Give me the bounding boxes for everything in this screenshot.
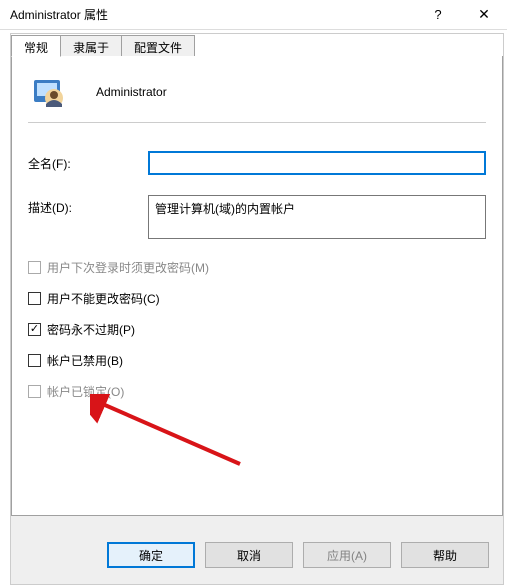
checkbox-icon bbox=[28, 292, 41, 305]
description-input[interactable] bbox=[148, 195, 486, 239]
check-account-locked-label: 帐户已锁定(O) bbox=[47, 383, 124, 400]
cancel-button[interactable]: 取消 bbox=[205, 542, 293, 568]
check-account-disabled-label: 帐户已禁用(B) bbox=[47, 352, 123, 369]
apply-button[interactable]: 应用(A) bbox=[303, 542, 391, 568]
checkbox-icon bbox=[28, 385, 41, 398]
window-title: Administrator 属性 bbox=[10, 6, 415, 23]
check-never-expire-label: 密码永不过期(P) bbox=[47, 321, 135, 338]
check-must-change-label: 用户下次登录时须更改密码(M) bbox=[47, 259, 209, 276]
checkbox-icon bbox=[28, 323, 41, 336]
check-cannot-change-label: 用户不能更改密码(C) bbox=[47, 290, 160, 307]
tab-memberof[interactable]: 隶属于 bbox=[60, 35, 122, 57]
check-account-disabled[interactable]: 帐户已禁用(B) bbox=[28, 352, 486, 369]
help-button[interactable]: 帮助 bbox=[401, 542, 489, 568]
close-button[interactable]: ✕ bbox=[461, 0, 507, 30]
button-bar: 确定 取消 应用(A) 帮助 bbox=[107, 542, 489, 568]
fullname-row: 全名(F): bbox=[28, 151, 486, 175]
user-header: Administrator bbox=[28, 74, 486, 110]
checkbox-group: 用户下次登录时须更改密码(M) 用户不能更改密码(C) 密码永不过期(P) 帐户… bbox=[28, 259, 486, 400]
tab-general[interactable]: 常规 bbox=[11, 35, 61, 57]
ok-button[interactable]: 确定 bbox=[107, 542, 195, 568]
tab-profile[interactable]: 配置文件 bbox=[121, 35, 195, 57]
description-label: 描述(D): bbox=[28, 195, 148, 216]
check-must-change: 用户下次登录时须更改密码(M) bbox=[28, 259, 486, 276]
check-account-locked: 帐户已锁定(O) bbox=[28, 383, 486, 400]
help-button[interactable]: ? bbox=[415, 0, 461, 30]
tab-panel-general: Administrator 全名(F): 描述(D): 用户下次登录时须更改密码… bbox=[11, 56, 503, 516]
fullname-label: 全名(F): bbox=[28, 151, 148, 172]
title-bar: Administrator 属性 ? ✕ bbox=[0, 0, 507, 30]
description-row: 描述(D): bbox=[28, 195, 486, 239]
check-never-expire[interactable]: 密码永不过期(P) bbox=[28, 321, 486, 338]
divider bbox=[28, 122, 486, 123]
fullname-input[interactable] bbox=[148, 151, 486, 175]
arrow-annotation-icon bbox=[90, 394, 250, 474]
user-name-label: Administrator bbox=[96, 85, 167, 99]
check-cannot-change[interactable]: 用户不能更改密码(C) bbox=[28, 290, 486, 307]
checkbox-icon bbox=[28, 261, 41, 274]
checkbox-icon bbox=[28, 354, 41, 367]
tab-strip: 常规 隶属于 配置文件 bbox=[11, 34, 503, 57]
dialog-content: 常规 隶属于 配置文件 Administrator 全名(F): 描述(D): bbox=[10, 33, 504, 585]
user-icon bbox=[32, 74, 68, 110]
